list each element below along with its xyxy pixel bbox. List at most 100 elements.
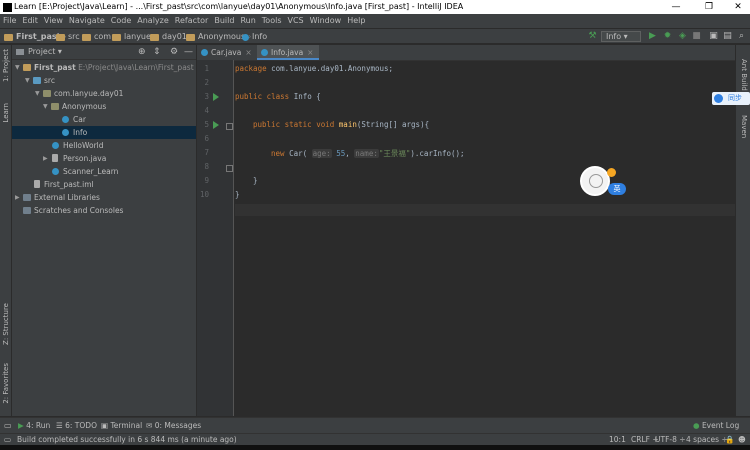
tree-item-anonymous[interactable]: ▼ Anonymous (12, 100, 196, 113)
messages-tool-button[interactable]: ✉ 0: Messages (146, 418, 201, 434)
tree-item-info[interactable]: Info (12, 126, 196, 139)
class-icon (201, 49, 208, 56)
tree-item-iml[interactable]: First_past.iml (12, 178, 196, 191)
stop-icon[interactable]: ■ (692, 32, 701, 41)
learn-tool-button[interactable]: Learn (2, 103, 10, 123)
floating-sync-badge[interactable]: 同步 (712, 92, 750, 105)
settings-gear-icon[interactable]: ⚙ (170, 45, 178, 59)
class-icon (52, 168, 59, 175)
folder-icon (186, 33, 195, 41)
debug-icon[interactable]: ✹ (663, 32, 672, 41)
run-main-gutter-icon[interactable] (213, 121, 219, 129)
menu-tools[interactable]: Tools (259, 14, 285, 28)
menu-window[interactable]: Window (307, 14, 345, 28)
menu-analyze[interactable]: Analyze (134, 14, 172, 28)
navigation-bar: First_past› src› com› lanyue› day01› Ano… (0, 28, 750, 44)
close-button[interactable]: ✕ (726, 0, 750, 14)
caret-position[interactable]: 10:1 (609, 434, 626, 445)
search-icon[interactable]: ⌕ (737, 32, 746, 41)
package-icon (51, 103, 59, 110)
menu-bar: File Edit View Navigate Code Analyze Refactor B… (0, 14, 750, 28)
run-class-gutter-icon[interactable] (213, 93, 219, 101)
menu-refactor[interactable]: Refactor (172, 14, 212, 28)
code-editor[interactable]: package com.lanyue.day01.Anonymous; publ… (235, 60, 735, 416)
lock-icon[interactable]: 🔒 (725, 434, 734, 445)
line-number: 7 (204, 148, 209, 157)
line-number: 9 (204, 176, 209, 185)
menu-code[interactable]: Code (108, 14, 134, 28)
line-number: 2 (204, 78, 209, 87)
tree-item-scratches[interactable]: Scratches and Consoles (12, 204, 196, 217)
favorites-tool-button[interactable]: 2: Favorites (2, 363, 10, 404)
project-panel-header: Project ▾ ⊕ ⇕ ⚙ — (12, 45, 196, 60)
tree-item-helloworld[interactable]: HelloWorld (12, 139, 196, 152)
tree-item-src[interactable]: ▼ src (12, 74, 196, 87)
menu-view[interactable]: View (41, 14, 66, 28)
tree-item-person[interactable]: ▶ Person.java (12, 152, 196, 165)
coverage-icon[interactable]: ◈ (678, 32, 687, 41)
class-icon (52, 142, 59, 149)
status-icon: ▭ (4, 435, 12, 444)
menu-navigate[interactable]: Navigate (66, 14, 108, 28)
todo-tool-button[interactable]: ☰ 6: TODO (56, 418, 97, 434)
close-tab-icon[interactable]: × (307, 48, 313, 57)
indent-setting[interactable]: 4 spaces ÷ (686, 434, 728, 445)
parameter-hint: name: (354, 149, 379, 158)
menu-help[interactable]: Help (344, 14, 368, 28)
java-file-icon (52, 154, 58, 162)
tool-window-toggle-icon[interactable]: ▭ (4, 418, 12, 434)
sdk-icon[interactable]: ▤ (723, 32, 732, 41)
tab-info-java[interactable]: Info.java × (257, 45, 319, 60)
folder-icon (112, 33, 121, 41)
inspector-icon[interactable]: ☻ (738, 434, 746, 445)
file-encoding[interactable]: UTF-8 ÷ (655, 434, 686, 445)
tree-item-external-libraries[interactable]: ▶ External Libraries (12, 191, 196, 204)
event-log-button[interactable]: ● Event Log (693, 418, 739, 434)
tree-item-first-past[interactable]: ▼ First_past E:\Project\Java\Learn\First… (12, 61, 196, 74)
menu-edit[interactable]: Edit (19, 14, 41, 28)
close-tab-icon[interactable]: × (245, 48, 251, 57)
bottom-tool-bar: ▭ ▶ 4: Run ☰ 6: TODO ▣ Terminal ✉ 0: Mes… (0, 417, 750, 433)
line-number: 3 (204, 92, 209, 101)
menu-file[interactable]: File (0, 14, 19, 28)
tree-item-scanner-learn[interactable]: Scanner_Learn (12, 165, 196, 178)
window-title: Learn [E:\Project\Java\Learn] - ...\Firs… (14, 2, 464, 11)
editor-area: Car.java × Info.java × 1 2 3 4 5 6 7 8 9 1… (197, 45, 735, 416)
maven-tool-button[interactable]: Maven (740, 115, 748, 138)
project-panel: Project ▾ ⊕ ⇕ ⚙ — ▼ First_past E:\Projec… (12, 45, 196, 416)
module-folder-icon (23, 64, 31, 71)
minimize-button[interactable]: — (664, 0, 688, 14)
project-tool-button[interactable]: 1: Project (2, 49, 10, 82)
folder-icon (4, 33, 13, 41)
tree-item-car[interactable]: Car (12, 113, 196, 126)
code-line-8: } (253, 176, 258, 185)
ant-build-tool-button[interactable]: Ant Build (740, 59, 748, 91)
structure-tool-button[interactable]: Z: Structure (2, 303, 10, 345)
class-icon (242, 33, 249, 41)
fold-marker-icon[interactable] (226, 165, 233, 172)
editor-tabs: Car.java × Info.java × (197, 45, 735, 61)
tab-car-java[interactable]: Car.java × (197, 45, 257, 60)
run-icon[interactable]: ▶ (648, 32, 657, 41)
run-tool-button[interactable]: ▶ 4: Run (18, 418, 50, 434)
build-hammer-icon[interactable]: ⚒ (588, 32, 597, 41)
line-number: 5 (204, 120, 209, 129)
hide-panel-icon[interactable]: — (184, 45, 193, 59)
scroll-from-source-icon[interactable]: ⊕ (138, 45, 146, 59)
ime-avatar[interactable] (580, 166, 610, 196)
ime-mode-badge[interactable]: 英 (608, 183, 626, 195)
fold-marker-icon[interactable] (226, 123, 233, 130)
maximize-button[interactable]: ❐ (697, 0, 721, 14)
breadcrumb-info[interactable]: Info (242, 30, 267, 44)
status-bar: ▭ Build completed successfully in 6 s 84… (0, 433, 750, 445)
run-configuration-select[interactable]: Info ▾ (601, 31, 641, 42)
menu-build[interactable]: Build (211, 14, 237, 28)
tree-item-package[interactable]: ▼ com.lanyue.day01 (12, 87, 196, 100)
project-view-select[interactable]: Project ▾ (28, 45, 62, 59)
terminal-tool-button[interactable]: ▣ Terminal (101, 418, 142, 434)
menu-vcs[interactable]: VCS (285, 14, 307, 28)
code-line-5: public static void main(String[] args){ (253, 120, 430, 129)
menu-run[interactable]: Run (237, 14, 258, 28)
collapse-all-icon[interactable]: ⇕ (153, 45, 161, 59)
project-structure-icon[interactable]: ▣ (709, 32, 718, 41)
